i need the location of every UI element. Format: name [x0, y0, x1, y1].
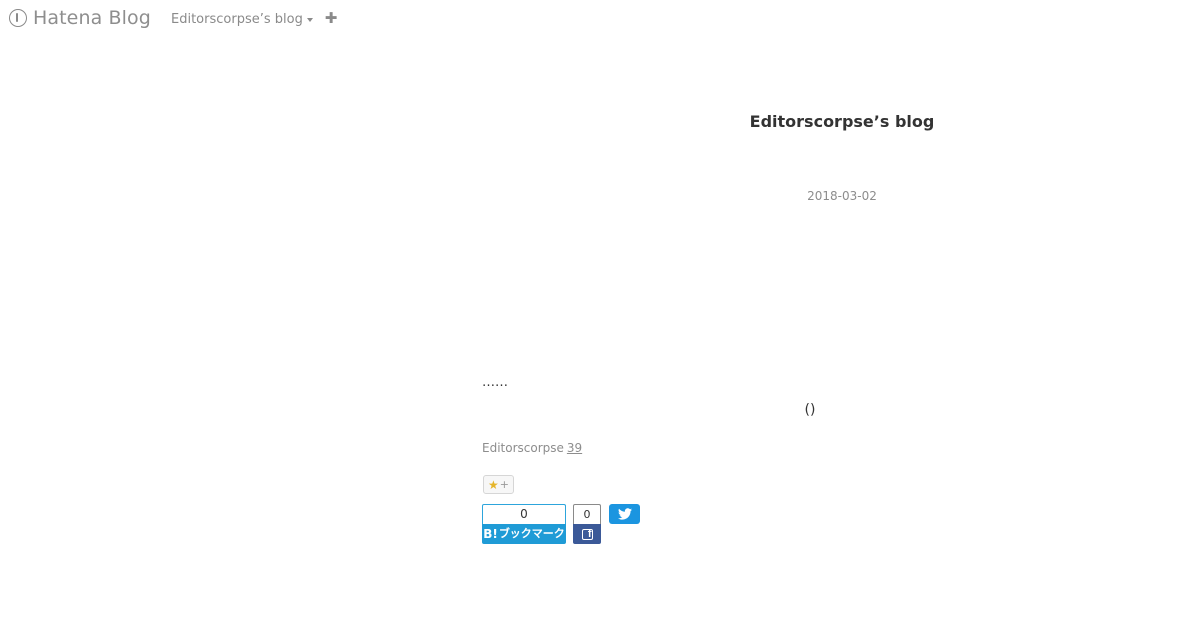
logo-text: Hatena Blog [33, 7, 151, 29]
twitter-bird-icon [617, 508, 632, 520]
hatena-bookmark-button[interactable]: 0 B! ブックマーク [482, 504, 566, 544]
blog-menu-dropdown[interactable]: Editorscorpse’s blog [171, 10, 313, 28]
star-plus: + [499, 478, 509, 491]
facebook-share-button[interactable]: 0 [573, 504, 601, 544]
facebook-icon [581, 528, 593, 540]
add-entry-button[interactable]: ✚ [323, 9, 339, 27]
hatena-bookmark-label: B! ブックマーク [482, 524, 566, 544]
add-star-button[interactable]: ★ + [483, 475, 514, 494]
hatena-bookmark-text: ブックマーク [498, 527, 565, 540]
twitter-share-button[interactable] [609, 504, 640, 524]
caret-down-icon [306, 17, 313, 22]
hatena-bookmark-icon: B! [483, 527, 498, 541]
hatena-blog-logo[interactable]: Hatena Blog [9, 6, 151, 30]
hatena-bookmark-count: 0 [482, 504, 566, 524]
hatena-logo-icon [9, 9, 27, 27]
star-icon: ★ [488, 477, 499, 492]
author-name: Editorscorpse [482, 441, 564, 455]
blog-title[interactable]: Editorscorpse’s blog [700, 112, 984, 131]
entry-date[interactable]: 2018-03-02 [760, 189, 924, 203]
entry-time-link[interactable]: 39 [567, 441, 582, 455]
facebook-share-count: 0 [573, 504, 601, 524]
entry-body-text-2: () [804, 402, 816, 418]
plus-icon: ✚ [324, 9, 338, 27]
facebook-share-label [573, 524, 601, 544]
entry-body-text: …… [482, 375, 508, 390]
entry-footer: Editorscorpse 39 [482, 441, 582, 455]
blog-menu-label: Editorscorpse’s blog [171, 11, 303, 27]
